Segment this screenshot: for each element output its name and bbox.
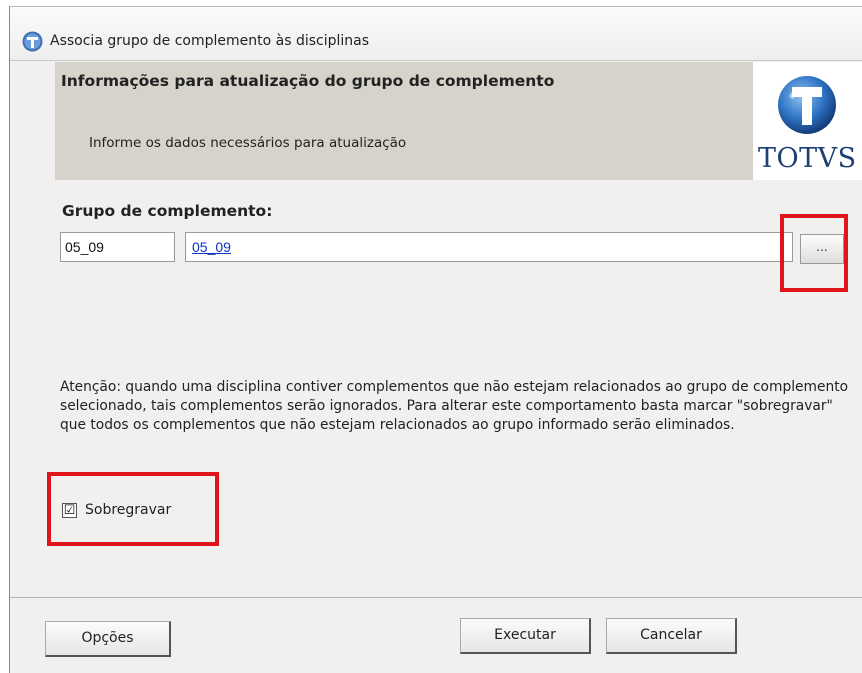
window-title: Associa grupo de complemento às discipli… bbox=[50, 33, 370, 49]
dialog-window: Associa grupo de complemento às discipli… bbox=[9, 6, 862, 673]
execute-button[interactable]: Executar bbox=[460, 618, 591, 654]
logo-text: TOTVS bbox=[758, 143, 857, 174]
title-bar: Associa grupo de complemento às discipli… bbox=[10, 7, 862, 61]
button-bar: Opções Executar Cancelar bbox=[10, 597, 862, 673]
overwrite-highlight-box bbox=[47, 472, 219, 546]
cancel-button[interactable]: Cancelar bbox=[606, 618, 737, 654]
header-title: Informações para atualização do grupo de… bbox=[61, 72, 555, 90]
totvs-logo: TOTVS bbox=[753, 62, 862, 180]
group-code-input[interactable]: 05_09 bbox=[60, 232, 175, 262]
totvs-app-icon bbox=[22, 31, 43, 52]
warning-text: Atenção: quando uma disciplina contiver … bbox=[60, 379, 849, 433]
lookup-highlight-box bbox=[780, 214, 848, 292]
options-button[interactable]: Opções bbox=[45, 621, 171, 657]
header-banner: Informações para atualização do grupo de… bbox=[55, 62, 862, 180]
group-description-link[interactable]: 05_09 bbox=[192, 239, 231, 255]
content-panel: Grupo de complemento: 05_09 05_09 ... At… bbox=[47, 182, 862, 602]
group-description-field[interactable]: 05_09 bbox=[185, 232, 793, 262]
header-subtitle: Informe os dados necessários para atuali… bbox=[89, 135, 407, 151]
globe-icon bbox=[778, 76, 836, 134]
group-label: Grupo de complemento: bbox=[62, 202, 273, 220]
